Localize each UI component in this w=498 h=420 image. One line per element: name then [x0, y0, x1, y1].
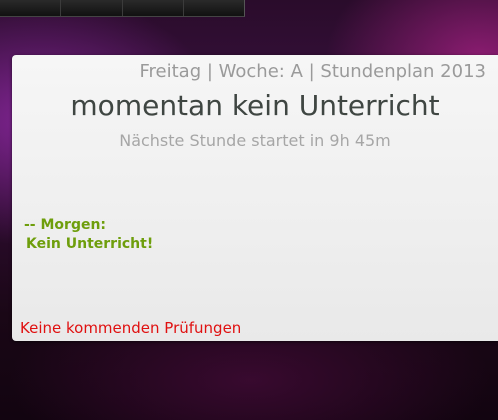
widget-header: Freitag | Woche: A | Stundenplan 2013 [139, 61, 487, 82]
upcoming-exams: Keine kommenden Prüfungen [20, 319, 242, 337]
status-bar-segment [61, 0, 123, 16]
top-status-bar [0, 0, 245, 17]
tomorrow-heading: -- Morgen: [24, 217, 107, 233]
status-bar-segment [122, 0, 184, 16]
current-status: momentan kein Unterricht [70, 89, 440, 122]
timetable-widget[interactable]: Freitag | Woche: A | Stundenplan 2013 mo… [12, 55, 498, 341]
next-lesson-countdown: Nächste Stunde startet in 9h 45m [119, 131, 391, 150]
tomorrow-text: Kein Unterricht! [26, 236, 154, 252]
tomorrow-section: -- Morgen: Kein Unterricht! [24, 216, 153, 254]
status-bar-segment [0, 0, 62, 16]
status-bar-segment [183, 0, 244, 16]
